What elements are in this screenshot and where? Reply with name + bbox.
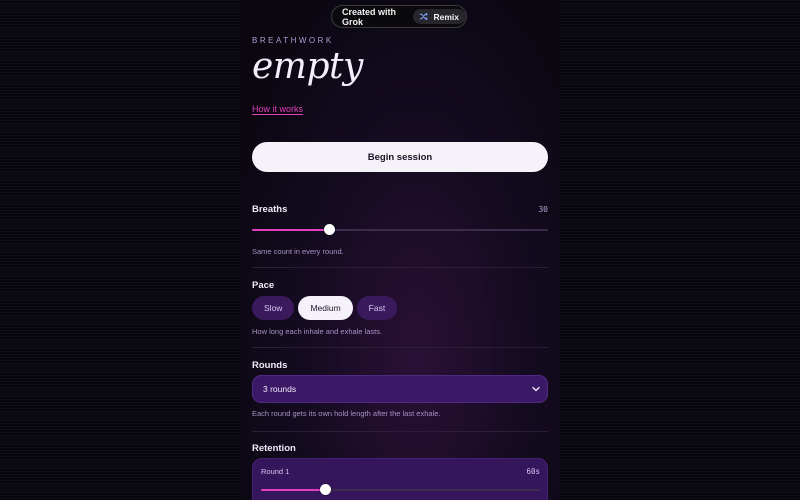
retention-label: Retention [252, 443, 296, 454]
pace-options: Slow Medium Fast [252, 296, 398, 320]
slider-fill [261, 489, 326, 491]
badge-text: Created with Grok [342, 6, 397, 27]
created-with-grok-badge: Created with Grok Remix [331, 5, 467, 28]
breaths-hint: Same count in every round. [252, 247, 344, 256]
chevron-down-icon [532, 386, 540, 392]
pace-option-fast[interactable]: Fast [356, 296, 398, 320]
divider [252, 347, 548, 348]
round-1-label: Round 1 [261, 467, 290, 476]
breaths-value: 30 [538, 205, 548, 214]
remix-button[interactable]: Remix [413, 9, 466, 24]
rounds-select-value: 3 rounds [263, 384, 297, 394]
slider-thumb[interactable] [320, 484, 332, 495]
shuffle-icon [420, 12, 429, 21]
rounds-select[interactable]: 3 rounds [252, 375, 548, 403]
slider-fill [252, 229, 329, 231]
page-title: empty [252, 46, 363, 87]
rounds-label: Rounds [252, 360, 288, 371]
breaths-slider[interactable] [252, 224, 548, 236]
breaths-label: Breaths [252, 204, 288, 215]
pace-hint: How long each inhale and exhale lasts. [252, 327, 383, 336]
slider-thumb[interactable] [323, 224, 335, 235]
eyebrow-label: BREATHWORK [252, 36, 334, 45]
pace-option-medium[interactable]: Medium [298, 296, 353, 320]
round-1-value: 60s [526, 467, 540, 476]
pace-option-slow[interactable]: Slow [252, 296, 295, 320]
pace-label: Pace [252, 280, 275, 291]
divider [252, 431, 548, 432]
how-it-works-link[interactable]: How it works [252, 104, 303, 114]
breathwork-app: BREATHWORK empty How it works Begin sess… [240, 0, 560, 500]
divider [252, 267, 548, 268]
begin-session-button[interactable]: Begin session [252, 142, 548, 172]
remix-label: Remix [433, 11, 459, 22]
round-1-slider[interactable] [261, 484, 541, 496]
retention-round-card: Round 1 60s [252, 458, 548, 500]
rounds-hint: Each round gets its own hold length afte… [252, 409, 441, 418]
